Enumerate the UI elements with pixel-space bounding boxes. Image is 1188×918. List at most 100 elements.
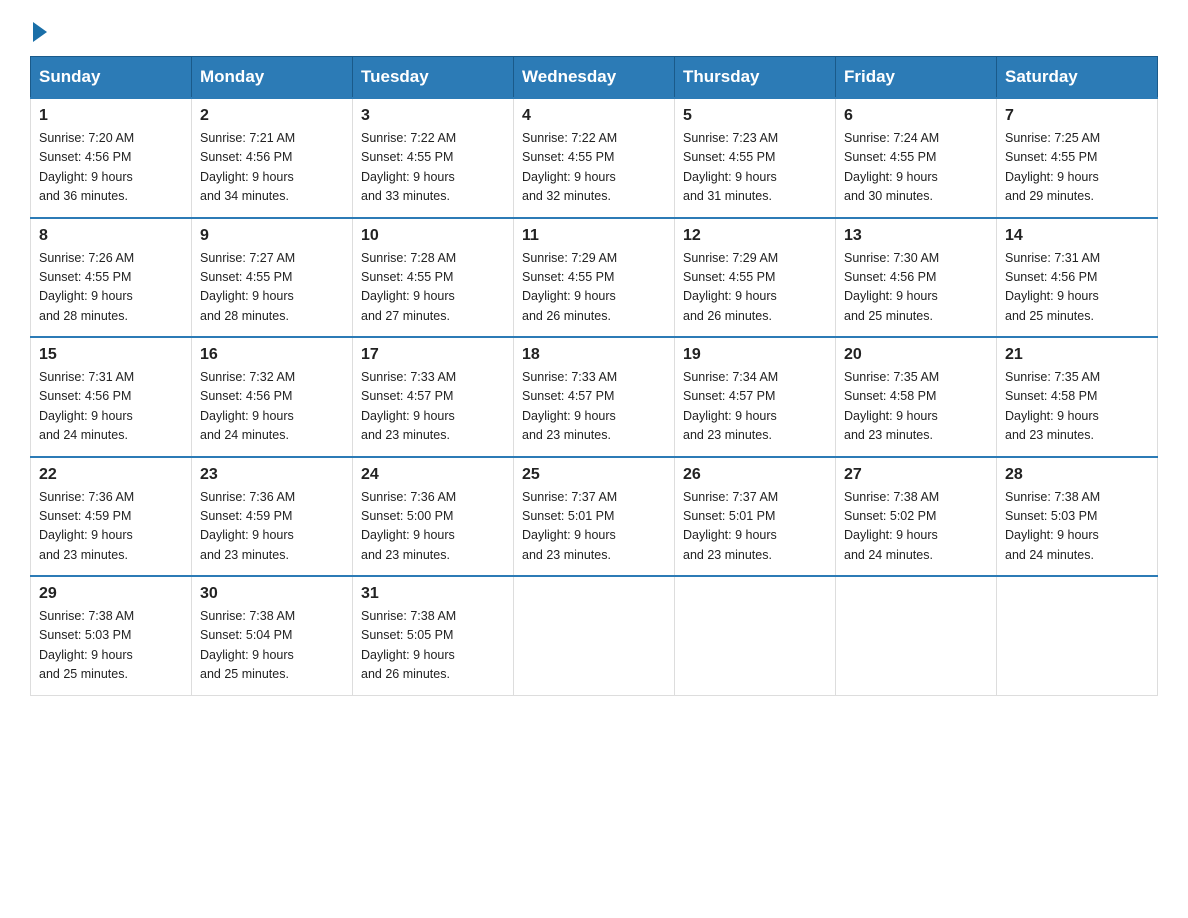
weekday-header-sunday: Sunday — [31, 57, 192, 99]
day-number: 30 — [200, 585, 344, 603]
day-number: 24 — [361, 466, 505, 484]
day-number: 20 — [844, 346, 988, 364]
day-detail: Sunrise: 7:36 AMSunset: 4:59 PMDaylight:… — [200, 488, 344, 566]
day-number: 2 — [200, 107, 344, 125]
day-number: 31 — [361, 585, 505, 603]
day-number: 4 — [522, 107, 666, 125]
day-detail: Sunrise: 7:29 AMSunset: 4:55 PMDaylight:… — [522, 249, 666, 327]
calendar-cell: 25 Sunrise: 7:37 AMSunset: 5:01 PMDayligh… — [514, 457, 675, 577]
page-header — [30, 20, 1158, 38]
calendar-cell: 6 Sunrise: 7:24 AMSunset: 4:55 PMDaylight… — [836, 98, 997, 218]
calendar-cell: 21 Sunrise: 7:35 AMSunset: 4:58 PMDayligh… — [997, 337, 1158, 457]
calendar-cell: 13 Sunrise: 7:30 AMSunset: 4:56 PMDayligh… — [836, 218, 997, 338]
calendar-cell: 12 Sunrise: 7:29 AMSunset: 4:55 PMDayligh… — [675, 218, 836, 338]
day-detail: Sunrise: 7:38 AMSunset: 5:05 PMDaylight:… — [361, 607, 505, 685]
calendar-cell: 15Sunrise: 7:31 AMSunset: 4:56 PMDayligh… — [31, 337, 192, 457]
calendar-cell: 14 Sunrise: 7:31 AMSunset: 4:56 PMDayligh… — [997, 218, 1158, 338]
calendar-cell: 3Sunrise: 7:22 AMSunset: 4:55 PMDaylight… — [353, 98, 514, 218]
weekday-header-friday: Friday — [836, 57, 997, 99]
day-detail: Sunrise: 7:20 AMSunset: 4:56 PMDaylight:… — [39, 129, 183, 207]
day-number: 10 — [361, 227, 505, 245]
day-detail: Sunrise: 7:21 AMSunset: 4:56 PMDaylight:… — [200, 129, 344, 207]
weekday-header-wednesday: Wednesday — [514, 57, 675, 99]
day-detail: Sunrise: 7:22 AMSunset: 4:55 PMDaylight:… — [522, 129, 666, 207]
calendar-cell: 7 Sunrise: 7:25 AMSunset: 4:55 PMDaylight… — [997, 98, 1158, 218]
day-number: 13 — [844, 227, 988, 245]
calendar-cell: 24 Sunrise: 7:36 AMSunset: 5:00 PMDayligh… — [353, 457, 514, 577]
calendar-cell: 4 Sunrise: 7:22 AMSunset: 4:55 PMDaylight… — [514, 98, 675, 218]
day-detail: Sunrise: 7:37 AMSunset: 5:01 PMDaylight:… — [522, 488, 666, 566]
day-detail: Sunrise: 7:38 AMSunset: 5:03 PMDaylight:… — [1005, 488, 1149, 566]
weekday-header-row: SundayMondayTuesdayWednesdayThursdayFrid… — [31, 57, 1158, 99]
calendar-cell — [675, 576, 836, 695]
calendar-table: SundayMondayTuesdayWednesdayThursdayFrid… — [30, 56, 1158, 696]
day-detail: Sunrise: 7:27 AMSunset: 4:55 PMDaylight:… — [200, 249, 344, 327]
day-detail: Sunrise: 7:31 AMSunset: 4:56 PMDaylight:… — [1005, 249, 1149, 327]
day-number: 8 — [39, 227, 183, 245]
day-detail: Sunrise: 7:32 AMSunset: 4:56 PMDaylight:… — [200, 368, 344, 446]
calendar-body: 1 Sunrise: 7:20 AMSunset: 4:56 PMDaylight… — [31, 98, 1158, 695]
logo-arrow-icon — [33, 22, 47, 42]
day-detail: Sunrise: 7:38 AMSunset: 5:02 PMDaylight:… — [844, 488, 988, 566]
day-number: 26 — [683, 466, 827, 484]
weekday-header-tuesday: Tuesday — [353, 57, 514, 99]
day-number: 7 — [1005, 107, 1149, 125]
day-number: 15 — [39, 346, 183, 364]
day-number: 28 — [1005, 466, 1149, 484]
day-number: 12 — [683, 227, 827, 245]
day-detail: Sunrise: 7:35 AMSunset: 4:58 PMDaylight:… — [1005, 368, 1149, 446]
day-number: 14 — [1005, 227, 1149, 245]
day-detail: Sunrise: 7:26 AMSunset: 4:55 PMDaylight:… — [39, 249, 183, 327]
calendar-cell: 11 Sunrise: 7:29 AMSunset: 4:55 PMDayligh… — [514, 218, 675, 338]
day-detail: Sunrise: 7:24 AMSunset: 4:55 PMDaylight:… — [844, 129, 988, 207]
day-number: 5 — [683, 107, 827, 125]
calendar-cell: 29Sunrise: 7:38 AMSunset: 5:03 PMDayligh… — [31, 576, 192, 695]
day-detail: Sunrise: 7:35 AMSunset: 4:58 PMDaylight:… — [844, 368, 988, 446]
day-number: 16 — [200, 346, 344, 364]
calendar-cell: 16 Sunrise: 7:32 AMSunset: 4:56 PMDayligh… — [192, 337, 353, 457]
day-number: 23 — [200, 466, 344, 484]
day-number: 11 — [522, 227, 666, 245]
calendar-cell: 5 Sunrise: 7:23 AMSunset: 4:55 PMDaylight… — [675, 98, 836, 218]
calendar-header: SundayMondayTuesdayWednesdayThursdayFrid… — [31, 57, 1158, 99]
calendar-cell: 27 Sunrise: 7:38 AMSunset: 5:02 PMDayligh… — [836, 457, 997, 577]
logo — [30, 20, 47, 38]
day-number: 25 — [522, 466, 666, 484]
week-row-3: 15Sunrise: 7:31 AMSunset: 4:56 PMDayligh… — [31, 337, 1158, 457]
day-detail: Sunrise: 7:22 AMSunset: 4:55 PMDaylight:… — [361, 129, 505, 207]
day-number: 6 — [844, 107, 988, 125]
calendar-cell: 19Sunrise: 7:34 AMSunset: 4:57 PMDayligh… — [675, 337, 836, 457]
weekday-header-monday: Monday — [192, 57, 353, 99]
week-row-1: 1 Sunrise: 7:20 AMSunset: 4:56 PMDaylight… — [31, 98, 1158, 218]
day-detail: Sunrise: 7:33 AMSunset: 4:57 PMDaylight:… — [522, 368, 666, 446]
day-number: 22 — [39, 466, 183, 484]
calendar-cell: 10 Sunrise: 7:28 AMSunset: 4:55 PMDayligh… — [353, 218, 514, 338]
calendar-cell — [836, 576, 997, 695]
calendar-cell: 26Sunrise: 7:37 AMSunset: 5:01 PMDayligh… — [675, 457, 836, 577]
day-detail: Sunrise: 7:36 AMSunset: 5:00 PMDaylight:… — [361, 488, 505, 566]
day-detail: Sunrise: 7:23 AMSunset: 4:55 PMDaylight:… — [683, 129, 827, 207]
calendar-cell — [514, 576, 675, 695]
weekday-header-saturday: Saturday — [997, 57, 1158, 99]
calendar-cell — [997, 576, 1158, 695]
day-detail: Sunrise: 7:38 AMSunset: 5:03 PMDaylight:… — [39, 607, 183, 685]
calendar-cell: 28 Sunrise: 7:38 AMSunset: 5:03 PMDayligh… — [997, 457, 1158, 577]
calendar-cell: 22Sunrise: 7:36 AMSunset: 4:59 PMDayligh… — [31, 457, 192, 577]
day-number: 18 — [522, 346, 666, 364]
day-detail: Sunrise: 7:30 AMSunset: 4:56 PMDaylight:… — [844, 249, 988, 327]
calendar-cell: 23 Sunrise: 7:36 AMSunset: 4:59 PMDayligh… — [192, 457, 353, 577]
week-row-4: 22 Sunrise: 7:36 AMSunset: 4:59 PMDayligh… — [31, 457, 1158, 577]
week-row-5: 29Sunrise: 7:38 AMSunset: 5:03 PMDayligh… — [31, 576, 1158, 695]
day-number: 1 — [39, 107, 183, 125]
calendar-cell: 2 Sunrise: 7:21 AMSunset: 4:56 PMDaylight… — [192, 98, 353, 218]
calendar-cell: 20 Sunrise: 7:35 AMSunset: 4:58 PMDayligh… — [836, 337, 997, 457]
day-detail: Sunrise: 7:25 AMSunset: 4:55 PMDaylight:… — [1005, 129, 1149, 207]
day-detail: Sunrise: 7:28 AMSunset: 4:55 PMDaylight:… — [361, 249, 505, 327]
day-detail: Sunrise: 7:29 AMSunset: 4:55 PMDaylight:… — [683, 249, 827, 327]
day-number: 21 — [1005, 346, 1149, 364]
day-number: 27 — [844, 466, 988, 484]
calendar-cell: 1 Sunrise: 7:20 AMSunset: 4:56 PMDaylight… — [31, 98, 192, 218]
day-detail: Sunrise: 7:38 AMSunset: 5:04 PMDaylight:… — [200, 607, 344, 685]
calendar-cell: 18 Sunrise: 7:33 AMSunset: 4:57 PMDayligh… — [514, 337, 675, 457]
calendar-cell: 17Sunrise: 7:33 AMSunset: 4:57 PMDayligh… — [353, 337, 514, 457]
